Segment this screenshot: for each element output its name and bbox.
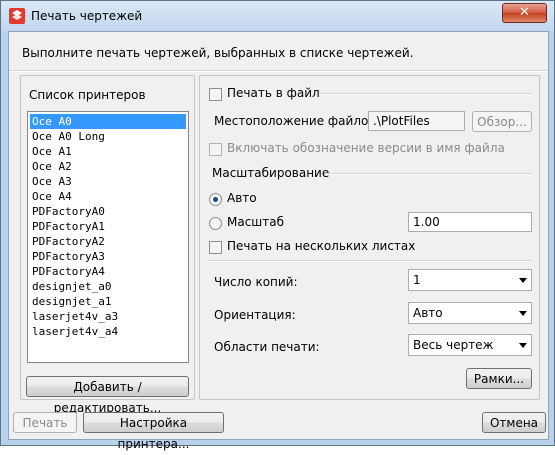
printer-list-heading: Список принтеров [29, 88, 146, 102]
multi-sheet-label: Печать на нескольких листах [227, 239, 416, 253]
print-to-file-label: Печать в файл [227, 86, 320, 100]
file-location-label: Местоположение файлов: [214, 114, 380, 128]
printer-item[interactable]: Oce A1 [30, 144, 186, 159]
printer-item[interactable]: PDFactoryA1 [30, 219, 186, 234]
printer-listbox[interactable]: Oce A0 Oce A0 Long Oce A1 Oce A2 Oce A3 … [27, 111, 189, 363]
printer-setup-button[interactable]: Настройка принтера... [83, 412, 224, 451]
separator [325, 173, 532, 175]
printer-item[interactable]: laserjet4v_a3 [30, 309, 186, 324]
separator [320, 93, 532, 95]
auto-scale-radio[interactable] [209, 193, 222, 206]
printer-item[interactable]: Oce A4 [30, 189, 186, 204]
cancel-button[interactable]: Отмена [482, 412, 546, 433]
custom-scale-label: Масштаб [227, 215, 285, 229]
frames-button[interactable]: Рамки... [466, 368, 532, 389]
separator [9, 70, 548, 72]
printer-item[interactable]: laserjet4v_a4 [30, 324, 186, 339]
radio-dot [213, 197, 218, 202]
instruction-text: Выполните печать чертежей, выбранных в с… [22, 46, 414, 60]
scale-input[interactable]: 1.00 [408, 212, 532, 232]
orientation-value: Авто [413, 306, 443, 320]
close-button[interactable]: ✕ [502, 3, 547, 23]
orientation-label: Ориентация: [214, 308, 296, 322]
add-edit-printer-button[interactable]: Добавить / редактировать... [26, 376, 189, 415]
chevron-down-icon [519, 311, 527, 316]
printer-item[interactable]: PDFactoryA0 [30, 204, 186, 219]
copies-dropdown[interactable]: 1 [408, 269, 532, 291]
print-to-file-checkbox[interactable] [209, 88, 222, 101]
printer-item[interactable]: PDFactoryA4 [30, 264, 186, 279]
include-version-checkbox[interactable] [209, 143, 222, 156]
browse-button[interactable]: Обзор... [472, 111, 532, 132]
print-area-label: Области печати: [214, 340, 320, 354]
include-version-label: Включать обозначение версии в имя файла [227, 141, 505, 155]
chevron-down-icon [519, 278, 527, 283]
auto-scale-label: Авто [227, 191, 257, 205]
dialog-body: Выполните печать чертежей, выбранных в с… [8, 31, 549, 451]
copies-label: Число копий: [214, 275, 298, 289]
chevron-down-icon [519, 343, 527, 348]
window-title: Печать чертежей [31, 9, 143, 23]
multi-sheet-checkbox[interactable] [209, 241, 222, 254]
print-drawings-dialog: Печать чертежей ✕ Выполните печать черте… [0, 0, 555, 451]
print-area-dropdown[interactable]: Весь чертеж [408, 334, 532, 356]
scaling-heading: Масштабирование [212, 166, 330, 180]
file-location-field[interactable]: .\PlotFiles [368, 111, 465, 131]
printer-item[interactable]: Oce A3 [30, 174, 186, 189]
printer-item[interactable]: designjet_a0 [30, 279, 186, 294]
separator [208, 260, 532, 262]
printer-item[interactable]: Oce A0 [30, 114, 186, 129]
printer-item[interactable]: PDFactoryA2 [30, 234, 186, 249]
printer-list-panel: Список принтеров Oce A0 Oce A0 Long Oce … [20, 75, 195, 415]
print-settings-panel: Печать в файл Местоположение файлов: .\P… [199, 75, 540, 400]
print-area-value: Весь чертеж [413, 338, 494, 352]
custom-scale-radio[interactable] [209, 217, 222, 230]
printer-item[interactable]: PDFactoryA3 [30, 249, 186, 264]
print-button[interactable]: Печать [13, 412, 77, 433]
printer-item[interactable]: designjet_a1 [30, 294, 186, 309]
copies-value: 1 [413, 273, 421, 287]
printer-item[interactable]: Oce A2 [30, 159, 186, 174]
app-icon [9, 8, 25, 24]
title-bar: Печать чертежей ✕ [1, 1, 554, 31]
orientation-dropdown[interactable]: Авто [408, 302, 532, 324]
printer-item[interactable]: Oce A0 Long [30, 129, 186, 144]
